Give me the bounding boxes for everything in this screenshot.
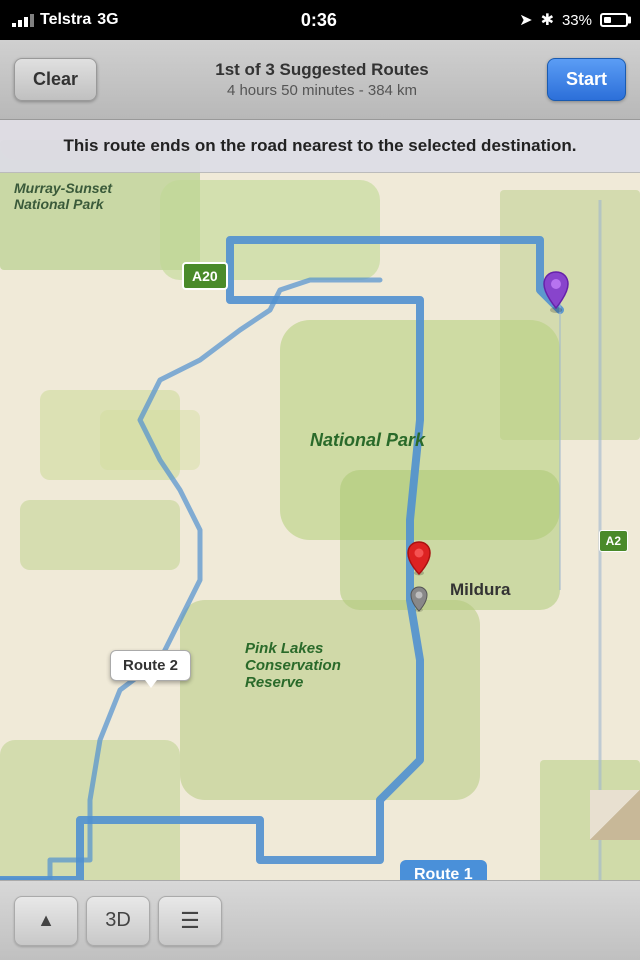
- nav-bar: Clear 1st of 3 Suggested Routes 4 hours …: [0, 40, 640, 120]
- list-button[interactable]: ☰: [158, 896, 222, 946]
- compass-button[interactable]: ▲: [14, 896, 78, 946]
- list-icon: ☰: [180, 908, 200, 934]
- park-small2: [20, 500, 180, 570]
- bottom-toolbar: ▲ 3D ☰: [0, 880, 640, 960]
- status-left: Telstra 3G: [12, 11, 119, 29]
- park-pink-lakes: [180, 600, 480, 800]
- info-banner: This route ends on the road nearest to t…: [0, 120, 640, 173]
- park-small3: [100, 410, 200, 470]
- threed-label: 3D: [105, 909, 131, 932]
- bluetooth-icon: ✱: [541, 10, 554, 30]
- threed-button[interactable]: 3D: [86, 896, 150, 946]
- current-location-pin: [406, 540, 432, 581]
- time-label: 0:36: [301, 10, 337, 31]
- status-right: ➤ ✱ 33%: [519, 10, 628, 30]
- signal-bars: [12, 14, 34, 27]
- clear-button[interactable]: Clear: [14, 58, 97, 101]
- nav-center: 1st of 3 Suggested Routes 4 hours 50 min…: [109, 60, 535, 99]
- route-title: 1st of 3 Suggested Routes: [109, 60, 535, 80]
- route-detail: 4 hours 50 minutes - 384 km: [109, 82, 535, 99]
- highway-a2-label: A2: [599, 530, 628, 552]
- waypoint-pin: [410, 586, 428, 617]
- highway-a20-label: A20: [182, 262, 228, 290]
- route2-label[interactable]: Route 2: [110, 650, 191, 681]
- compass-icon: ▲: [37, 910, 55, 931]
- status-bar: Telstra 3G 0:36 ➤ ✱ 33%: [0, 0, 640, 40]
- info-message: This route ends on the road nearest to t…: [20, 134, 620, 158]
- battery-icon: [600, 13, 628, 27]
- park-mildura: [340, 470, 560, 610]
- destination-pin: [542, 270, 570, 319]
- location-icon: ➤: [519, 10, 532, 30]
- page-curl: [590, 790, 640, 840]
- battery-percent: 33%: [562, 12, 592, 29]
- start-button[interactable]: Start: [547, 58, 626, 101]
- network-label: 3G: [97, 11, 118, 29]
- carrier-label: Telstra: [40, 11, 91, 29]
